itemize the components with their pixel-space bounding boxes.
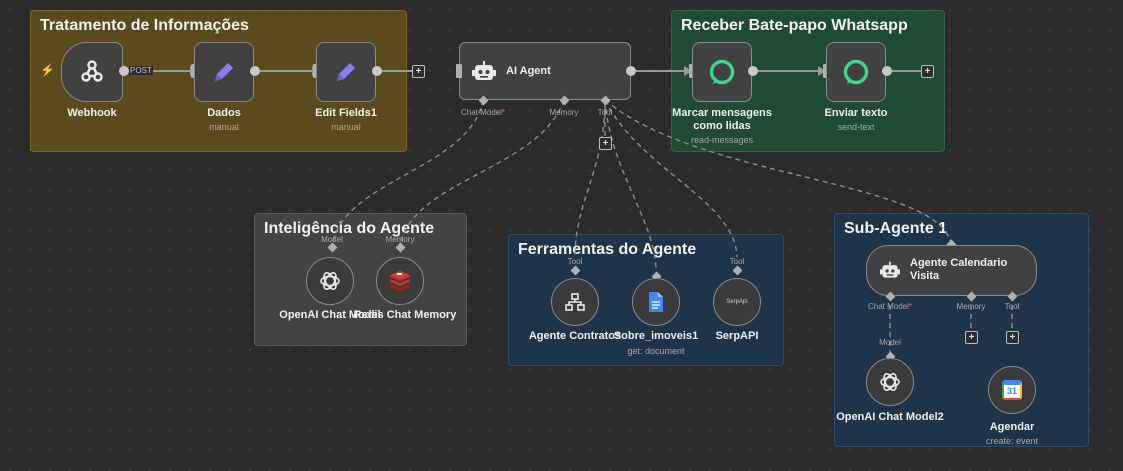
ai-agent-output-port[interactable] xyxy=(626,66,636,76)
editfields-output-port[interactable] xyxy=(372,66,382,76)
chat-model-port-label: Chat Model* xyxy=(461,108,505,117)
dados-output-port[interactable] xyxy=(250,66,260,76)
add-node-button[interactable]: + xyxy=(412,65,425,78)
memory-port-label: Memory xyxy=(385,235,415,244)
marcar-label-line1: Marcar mensagens xyxy=(672,107,772,119)
openai-chat-model-node[interactable] xyxy=(306,257,354,305)
agendar-subtitle: create: event xyxy=(985,436,1039,446)
serpapi-icon: SerpApi xyxy=(726,299,748,305)
edge-memory-agent xyxy=(399,99,565,248)
tool-port-label: Tool xyxy=(1004,302,1020,311)
sobre-imoveis-node[interactable] xyxy=(632,278,680,326)
ai-agent-input-port[interactable] xyxy=(456,64,462,78)
webhook-label: Webhook xyxy=(67,107,117,119)
agente-calendario-label-line1: Agente Calendario xyxy=(910,257,1008,269)
calendar-day-text: 31 xyxy=(1006,386,1017,396)
required-mark: * xyxy=(501,108,506,117)
agente-calendario-label-line2: Visita xyxy=(910,270,940,282)
redis-chat-memory-node[interactable] xyxy=(376,257,424,305)
robot-icon xyxy=(880,261,900,278)
editfields-subtitle: manual xyxy=(331,122,361,132)
tool-port-label: Tool xyxy=(729,257,745,266)
whatsapp-chat-icon xyxy=(709,59,735,85)
add-node-button[interactable]: + xyxy=(921,65,934,78)
model-port-label: Model xyxy=(321,235,343,244)
enviar-label: Enviar texto xyxy=(824,107,888,119)
sitemap-icon xyxy=(565,293,585,311)
port-label-text: Chat Model xyxy=(867,302,909,311)
webhook-output-port[interactable] xyxy=(119,66,129,76)
add-tool-button[interactable]: + xyxy=(1006,331,1019,344)
serpapi-label: SerpAPI xyxy=(715,330,759,342)
add-tool-button[interactable]: + xyxy=(599,137,612,150)
serpapi-node[interactable]: SerpApi xyxy=(713,278,761,326)
agendar-label: Agendar xyxy=(989,421,1035,433)
webhook-node[interactable] xyxy=(61,42,123,102)
tool-port-label: Tool xyxy=(567,257,583,266)
add-memory-button[interactable]: + xyxy=(965,331,978,344)
ai-agent-node[interactable]: AI Agent xyxy=(459,42,631,100)
redis-icon xyxy=(390,271,410,291)
pencil-icon xyxy=(337,63,355,81)
redis-chat-memory-label: Redis Chat Memory xyxy=(353,309,457,321)
sobre-imoveis-label: Sobre_imoveis1 xyxy=(613,330,699,342)
tool-port-label: Tool xyxy=(597,108,613,117)
memory-port-label: Memory xyxy=(956,302,986,311)
required-mark: * xyxy=(908,302,913,311)
agendar-node[interactable]: 31 xyxy=(988,366,1036,414)
edge-tool-sobre xyxy=(604,99,657,271)
model-port-label: Model xyxy=(879,338,901,347)
marcar-subtitle: read-messages xyxy=(690,135,754,145)
port-label-text: Chat Model xyxy=(460,108,502,117)
enviar-subtitle: send-text xyxy=(837,122,875,132)
openai-icon xyxy=(320,272,340,290)
enviar-node[interactable] xyxy=(826,42,886,102)
marcar-node[interactable] xyxy=(692,42,752,102)
whatsapp-chat-icon xyxy=(843,59,869,85)
trigger-bolt-icon: ⚡ xyxy=(40,63,55,77)
agente-contratos-node[interactable] xyxy=(551,278,599,326)
memory-port-label: Memory xyxy=(549,108,579,117)
edge-method-label: POST xyxy=(129,66,153,75)
chat-model-port-label: Chat Model* xyxy=(868,302,912,311)
agente-calendario-node[interactable]: Agente Calendario Visita xyxy=(866,245,1037,296)
editfields-label: Edit Fields1 xyxy=(315,107,377,119)
google-docs-icon xyxy=(649,292,663,312)
webhook-icon xyxy=(81,60,103,82)
edge-tool-contratos xyxy=(574,99,606,258)
dados-label: Dados xyxy=(207,107,241,119)
marcar-label-line2: como lidas xyxy=(693,120,751,132)
openai-chat-model2-node[interactable] xyxy=(866,358,914,406)
enviar-output-port[interactable] xyxy=(882,66,892,76)
openai-chat-model2-label: OpenAI Chat Model2 xyxy=(836,411,944,423)
marcar-output-port[interactable] xyxy=(748,66,758,76)
sobre-imoveis-subtitle: get: document xyxy=(627,346,685,356)
ai-agent-label: AI Agent xyxy=(506,65,551,77)
openai-icon xyxy=(880,373,900,391)
dados-subtitle: manual xyxy=(209,122,239,132)
google-calendar-icon: 31 xyxy=(1002,380,1022,400)
dados-node[interactable] xyxy=(194,42,254,102)
editfields-node[interactable] xyxy=(316,42,376,102)
robot-icon xyxy=(472,61,496,80)
pencil-icon xyxy=(215,63,233,81)
